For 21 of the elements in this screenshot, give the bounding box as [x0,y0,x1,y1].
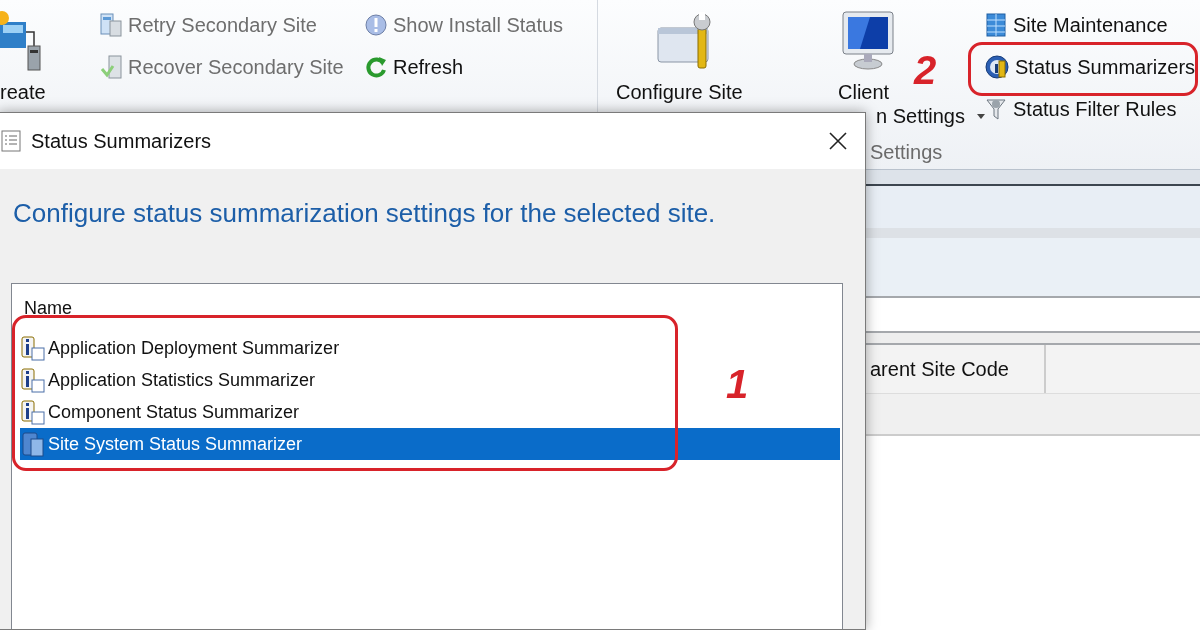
dialog-title: Status Summarizers [31,129,212,153]
command-label[interactable]: Status Summarizers [1015,55,1196,79]
command-label[interactable]: Status Filter Rules [1013,97,1177,121]
ribbon-button-label[interactable]: reate [0,80,46,104]
dialog-heading: Configure status summarization settings for the selected site. [13,197,716,229]
command-label[interactable]: Refresh [393,55,464,79]
group-label: Settings [870,140,943,164]
list-item[interactable]: Component Status Summarizer [20,396,304,428]
list-item[interactable]: Application Deployment Summarizer [20,332,344,364]
ribbon-button-label[interactable]: n Settings [876,104,965,128]
command-label: Retry Secondary Site [128,13,317,37]
list-item[interactable]: Application Statistics Summarizer [20,364,320,396]
command-label[interactable]: Site Maintenance [1013,13,1168,37]
ribbon-button-label[interactable]: Configure Site [616,80,743,104]
column-header[interactable]: Name [24,298,72,318]
ribbon-button-label[interactable]: Client [838,80,890,104]
command-label: Show Install Status [393,13,564,37]
step-number: 2 [914,48,937,92]
list-item[interactable]: Site System Status Summarizer [20,428,840,460]
step-number: 1 [726,362,749,406]
command-label: Recover Secondary Site [128,55,344,79]
